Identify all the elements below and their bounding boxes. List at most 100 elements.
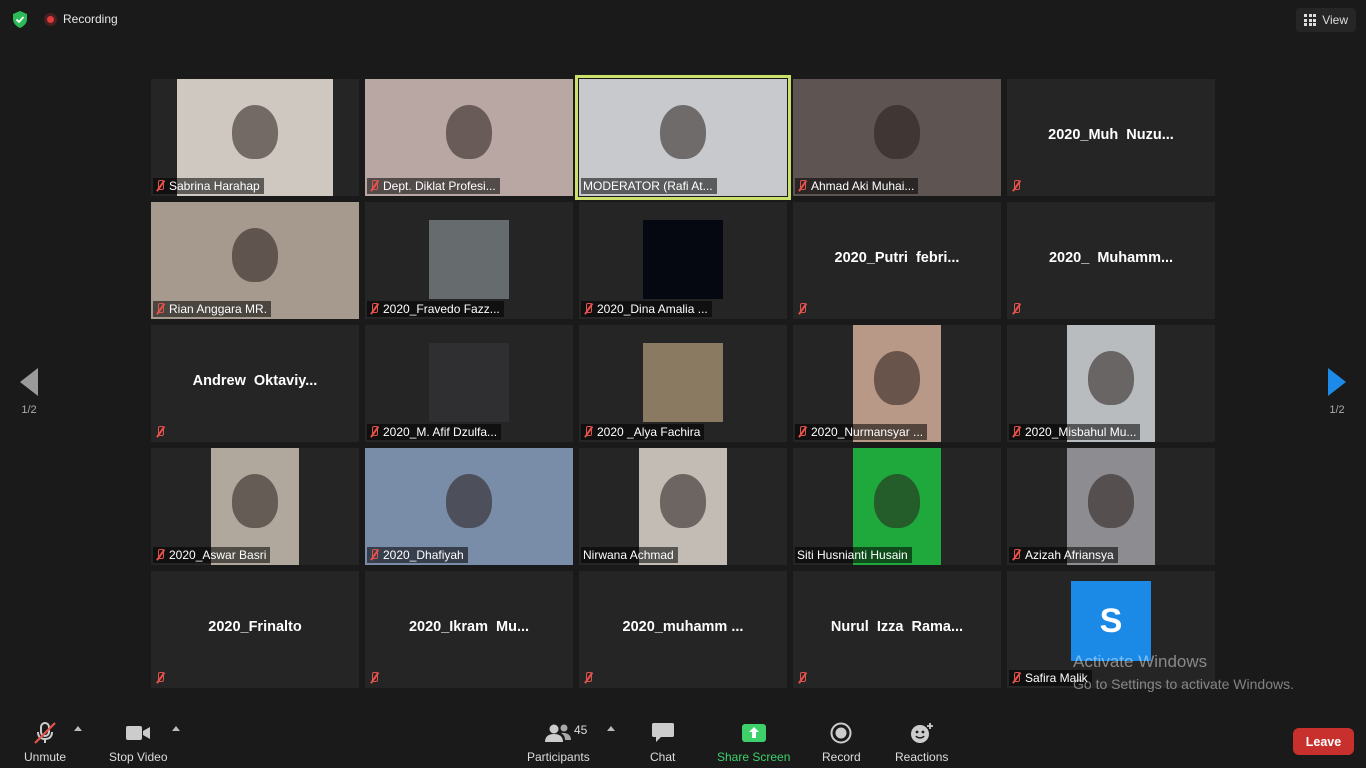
participant-tile[interactable]: Rian Anggara MR. [151, 202, 359, 319]
participant-tile[interactable]: Ahmad Aki Muhai... [793, 79, 1001, 196]
participant-tile[interactable]: Siti Husnianti Husain [793, 448, 1001, 565]
reactions-button[interactable]: Reactions [895, 722, 948, 764]
participant-tile[interactable]: 2020_muhamm ... [579, 571, 787, 688]
participant-tile[interactable]: MODERATOR (Rafi At... [575, 75, 791, 200]
watermark-subtitle: Go to Settings to activate Windows. [1073, 676, 1294, 692]
microphone-muted-icon [155, 426, 165, 438]
page-indicator-left: 1/2 [21, 404, 37, 416]
participant-name-label: 2020_M. Afif Dzulfa... [367, 424, 502, 440]
microphone-muted-icon [797, 303, 807, 315]
participant-tile[interactable]: 2020_Nurmansyar ... [793, 325, 1001, 442]
participant-name-label [153, 670, 169, 686]
participant-tile[interactable]: Nirwana Achmad [579, 448, 787, 565]
grid-view-icon [1304, 14, 1317, 26]
participant-tile[interactable]: 2020_Aswar Basri [151, 448, 359, 565]
participant-display-name: 2020_Ikram Mu... [408, 619, 530, 635]
participant-name: Siti Husnianti Husain [797, 548, 908, 562]
participant-name-label [795, 670, 811, 686]
leave-button[interactable]: Leave [1293, 728, 1354, 755]
unmute-label: Unmute [24, 750, 67, 764]
participant-tile[interactable]: 2020_Dhafiyah [365, 448, 573, 565]
participant-tile[interactable]: 2020_Frinalto [151, 571, 359, 688]
microphone-muted-icon [1011, 426, 1021, 438]
participant-name: 2020_Fravedo Fazz... [383, 302, 500, 316]
participant-display-name: 2020_Putri febri... [834, 250, 960, 266]
video-options-chevron-icon[interactable] [172, 726, 180, 731]
previous-page-button[interactable]: 1/2 [17, 368, 41, 416]
participant-tile[interactable]: 2020_Putri febri... [793, 202, 1001, 319]
participant-name-label: 2020_Dina Amalia ... [581, 301, 712, 317]
recording-indicator[interactable]: Recording [44, 12, 118, 26]
participant-tile[interactable]: Nurul Izza Rama... [793, 571, 1001, 688]
stop-video-label: Stop Video [109, 750, 168, 764]
meeting-toolbar: Unmute Stop Video Participants 45 Chat S… [0, 712, 1366, 768]
video-camera-icon [125, 722, 151, 744]
participant-name-label: Ahmad Aki Muhai... [795, 178, 919, 194]
participant-name: 2020_Dhafiyah [383, 548, 464, 562]
participant-name-label: Sabrina Harahap [153, 178, 264, 194]
chat-button[interactable]: Chat [650, 722, 675, 764]
participant-name-label: Rian Anggara MR. [153, 301, 272, 317]
participant-video [429, 343, 509, 422]
participant-silhouette [874, 104, 920, 159]
participant-name: 2020_Misbahul Mu... [1025, 425, 1137, 439]
top-bar: Recording View [0, 0, 1366, 40]
microphone-muted-icon [1011, 303, 1021, 315]
participant-tile[interactable]: Sabrina Harahap [151, 79, 359, 196]
participants-options-chevron-icon[interactable] [607, 726, 615, 731]
participant-tile[interactable]: 2020_Fravedo Fazz... [365, 202, 573, 319]
microphone-muted-icon [155, 549, 165, 561]
participant-name: 2020_M. Afif Dzulfa... [383, 425, 498, 439]
participant-tile[interactable]: 2020_Ikram Mu... [365, 571, 573, 688]
record-button[interactable]: Record [822, 722, 861, 764]
share-screen-label: Share Screen [717, 750, 791, 764]
microphone-muted-icon [32, 722, 58, 744]
stop-video-button[interactable]: Stop Video [109, 722, 168, 764]
participant-name: Sabrina Harahap [169, 179, 260, 193]
security-shield-icon[interactable] [12, 11, 28, 28]
page-indicator-right: 1/2 [1329, 404, 1345, 416]
microphone-muted-icon [155, 180, 165, 192]
participant-video [429, 220, 509, 299]
participant-name: Rian Anggara MR. [169, 302, 268, 316]
participant-tile[interactable]: 2020_Misbahul Mu... [1007, 325, 1215, 442]
microphone-muted-icon [583, 303, 593, 315]
view-label: View [1322, 13, 1348, 27]
participant-name-label [795, 301, 811, 317]
audio-options-chevron-icon[interactable] [74, 726, 82, 731]
participant-silhouette [446, 473, 492, 528]
unmute-button[interactable]: Unmute [24, 722, 66, 764]
participant-name: 2020_Nurmansyar ... [811, 425, 924, 439]
participant-name: 2020_Aswar Basri [169, 548, 267, 562]
participants-label: Participants [527, 750, 590, 764]
next-page-button[interactable]: 1/2 [1325, 368, 1349, 416]
microphone-muted-icon [369, 303, 379, 315]
arrow-right-icon [1328, 368, 1346, 396]
participant-name: Ahmad Aki Muhai... [811, 179, 915, 193]
view-button[interactable]: View [1296, 8, 1356, 32]
participant-tile[interactable]: 2020_M. Afif Dzulfa... [365, 325, 573, 442]
microphone-muted-icon [797, 426, 807, 438]
gallery-view: Sabrina Harahap Dept. Diklat Profesi... MO… [151, 75, 1215, 688]
share-screen-button[interactable]: Share Screen [717, 722, 790, 764]
participant-tile[interactable]: 2020_Muh Nuzu... [1007, 79, 1215, 196]
chat-bubble-icon [651, 722, 675, 744]
participant-name: 2020 _Alya Fachira [597, 425, 701, 439]
participant-tile[interactable]: 2020_Dina Amalia ... [579, 202, 787, 319]
microphone-muted-icon [155, 672, 165, 684]
participant-tile[interactable]: Azizah Afriansya [1007, 448, 1215, 565]
participants-icon [543, 722, 573, 744]
participant-name-label [367, 670, 383, 686]
participant-silhouette [1088, 473, 1134, 528]
participant-name-label: 2020_Fravedo Fazz... [367, 301, 504, 317]
participant-tile[interactable]: 2020 _Alya Fachira [579, 325, 787, 442]
participant-tile[interactable]: Dept. Diklat Profesi... [365, 79, 573, 196]
participant-name-label: MODERATOR (Rafi At... [581, 178, 717, 194]
participant-tile[interactable]: Andrew Oktaviy... [151, 325, 359, 442]
participant-tile[interactable]: 2020_ Muhamm... [1007, 202, 1215, 319]
participant-video [643, 343, 723, 422]
microphone-muted-icon [583, 672, 593, 684]
arrow-left-icon [20, 368, 38, 396]
microphone-muted-icon [369, 549, 379, 561]
microphone-muted-icon [1011, 549, 1021, 561]
